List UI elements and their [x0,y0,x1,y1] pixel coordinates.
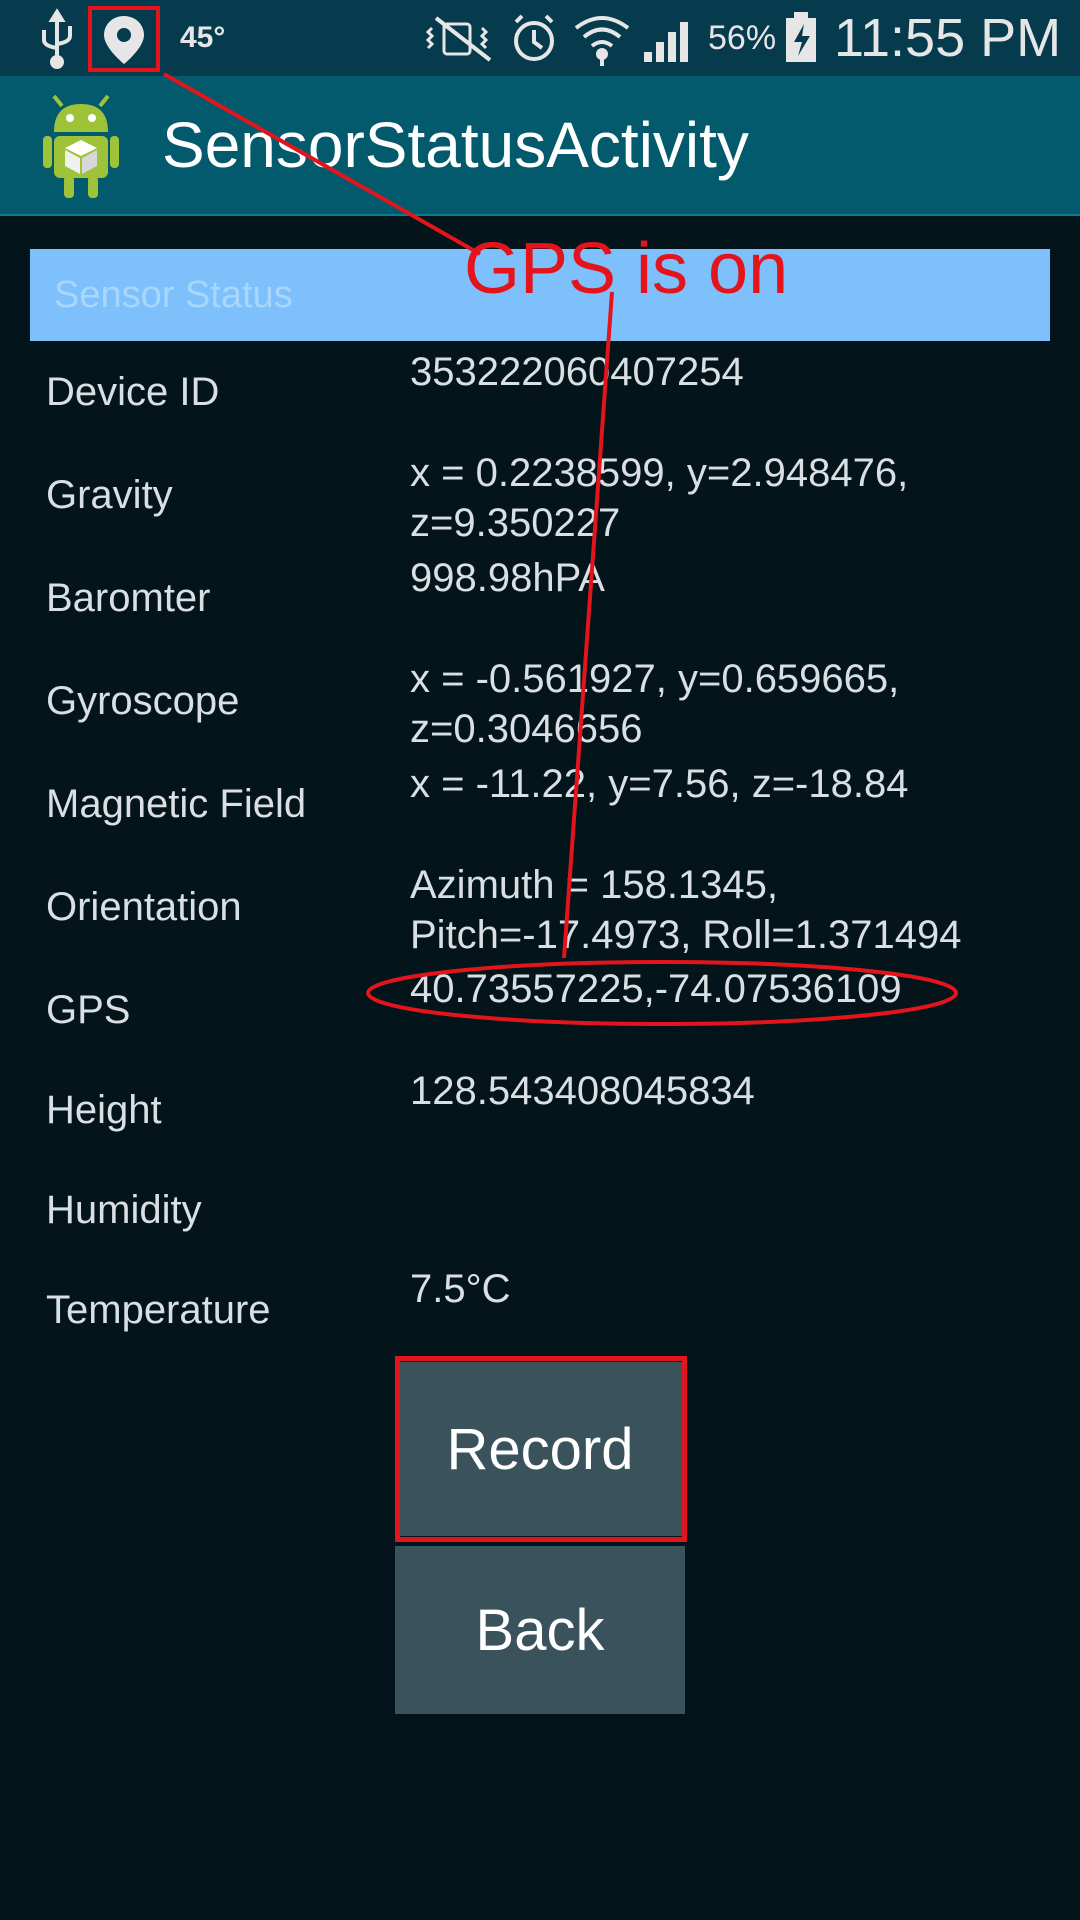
android-app-icon [43,94,119,198]
value-line: 7.5°C [410,1267,511,1311]
value-gyroscope: x = -0.561927, y=0.659665, z=0.3046656 [410,654,1030,754]
section-header-label: Sensor Status [54,273,293,316]
value-line: z=9.350227 [410,501,621,545]
annotation-label: GPS is on [464,229,789,309]
label-barometer: Baromter [46,576,211,620]
battery-charging-icon [786,12,816,62]
value-temperature: 7.5°C [410,1264,1030,1314]
value-line: x = 0.2238599, y=2.948476, [410,451,909,495]
battery-percent: 56% [708,18,777,57]
back-button[interactable]: Back [395,1546,685,1714]
value-height: 128.543408045834 [410,1066,1030,1116]
action-bar: SensorStatusActivity [0,76,1080,216]
value-line: Azimuth = 158.1345, [410,863,779,907]
label-orientation: Orientation [46,885,242,929]
signal-icon [644,22,688,62]
mute-icon [425,16,492,62]
label-magnetic-field: Magnetic Field [46,782,307,826]
usb-icon [42,8,72,69]
status-clock: 11:55 PM [834,8,1062,68]
value-orientation: Azimuth = 158.1345, Pitch=-17.4973, Roll… [410,860,1030,960]
label-height: Height [46,1088,162,1132]
app-title: SensorStatusActivity [162,109,749,181]
status-bar: 45° 56% 11:55 PM [0,0,1080,76]
wifi-icon [574,16,630,66]
value-gravity: x = 0.2238599, y=2.948476, z=9.350227 [410,448,1030,548]
value-line: 353222060407254 [410,350,744,394]
location-icon-highlight [88,6,160,72]
record-button-highlight [395,1356,687,1542]
value-barometer: 998.98hPA [410,553,1030,603]
value-line: 40.73557225,-74.07536109 [410,967,902,1011]
value-line: Pitch=-17.4973, Roll=1.371494 [410,913,962,957]
value-gps: 40.73557225,-74.07536109 [410,964,1030,1014]
label-gps: GPS [46,988,131,1032]
label-temperature: Temperature [46,1288,271,1332]
status-temperature: 45° [180,21,226,54]
label-humidity: Humidity [46,1188,202,1232]
label-gravity: Gravity [46,473,173,517]
value-line: z=0.3046656 [410,707,643,751]
value-line: x = -11.22, y=7.56, z=-18.84 [410,762,909,806]
label-gyroscope: Gyroscope [46,679,240,723]
label-device-id: Device ID [46,370,220,414]
alarm-icon [514,14,554,61]
value-magnetic-field: x = -11.22, y=7.56, z=-18.84 [410,759,1030,809]
value-line: 998.98hPA [410,556,605,600]
value-line: 128.543408045834 [410,1069,755,1113]
value-line: x = -0.561927, y=0.659665, [410,657,900,701]
value-device-id: 353222060407254 [410,347,1030,397]
